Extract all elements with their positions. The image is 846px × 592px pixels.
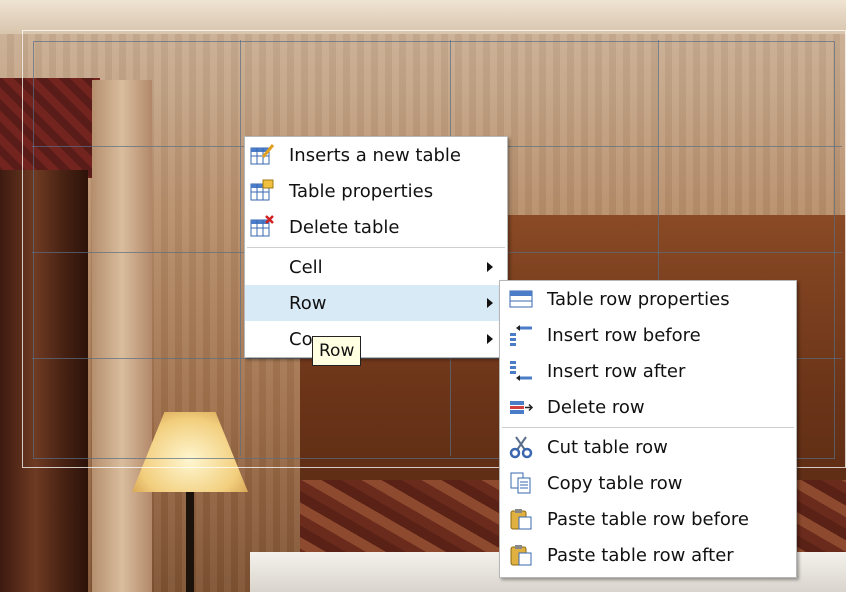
menu-item-label: Inserts a new table xyxy=(289,145,461,166)
submenu-arrow-icon xyxy=(487,334,493,344)
menu-item-insert-table[interactable]: Inserts a new table xyxy=(245,137,507,173)
submenu-item-insert-row-after[interactable]: Insert row after xyxy=(500,353,796,389)
submenu-item-table-row-properties[interactable]: Table row properties xyxy=(500,281,796,317)
menu-item-label: Table properties xyxy=(289,181,434,202)
delete-table-icon xyxy=(250,215,274,237)
table-col-line xyxy=(240,40,241,456)
submenu-arrow-icon xyxy=(487,298,493,308)
ceiling xyxy=(0,0,846,34)
submenu-item-paste-row-after[interactable]: Paste table row after xyxy=(500,537,796,573)
tooltip: Row xyxy=(312,336,362,366)
row-submenu: Table row properties Insert row before I… xyxy=(499,280,797,578)
menu-item-label: Delete table xyxy=(289,217,400,238)
menu-item-label: Paste table row after xyxy=(547,545,734,566)
menu-item-label: Insert row after xyxy=(547,361,686,382)
copy-icon xyxy=(510,472,531,494)
menu-item-table-properties[interactable]: Table properties xyxy=(245,173,507,209)
menu-item-label: Cut table row xyxy=(547,437,668,458)
submenu-item-cut-row[interactable]: Cut table row xyxy=(500,429,796,465)
menu-item-label: Cell xyxy=(289,257,323,278)
submenu-arrow-icon xyxy=(487,262,493,272)
scissors-icon xyxy=(509,436,533,459)
menu-item-label: Delete row xyxy=(547,397,645,418)
menu-item-delete-table[interactable]: Delete table xyxy=(245,209,507,245)
menu-item-label: Row xyxy=(289,293,327,314)
delete-row-icon xyxy=(510,401,534,414)
menu-item-row[interactable]: Row xyxy=(245,285,507,321)
insert-row-after-icon xyxy=(510,361,532,381)
submenu-item-delete-row[interactable]: Delete row xyxy=(500,389,796,425)
lamp-pole xyxy=(186,492,194,592)
menu-item-label: Co xyxy=(289,329,313,350)
table-properties-icon xyxy=(250,179,274,201)
submenu-item-copy-row[interactable]: Copy table row xyxy=(500,465,796,501)
table-row-properties-icon xyxy=(509,290,533,308)
table-context-menu: Inserts a new table Table properties Del… xyxy=(244,136,508,358)
paste-icon xyxy=(510,509,532,530)
paste-icon xyxy=(510,545,532,566)
insert-row-before-icon xyxy=(510,325,532,346)
submenu-item-insert-row-before[interactable]: Insert row before xyxy=(500,317,796,353)
submenu-item-paste-row-before[interactable]: Paste table row before xyxy=(500,501,796,537)
menu-separator xyxy=(502,427,794,428)
menu-item-cell[interactable]: Cell xyxy=(245,249,507,285)
menu-item-label: Table row properties xyxy=(547,289,730,310)
insert-table-icon xyxy=(250,144,275,165)
menu-item-label: Copy table row xyxy=(547,473,683,494)
menu-separator xyxy=(247,247,505,248)
menu-item-label: Paste table row before xyxy=(547,509,750,530)
menu-item-column[interactable]: Co xyxy=(245,321,507,357)
menu-item-label: Insert row before xyxy=(547,325,701,346)
